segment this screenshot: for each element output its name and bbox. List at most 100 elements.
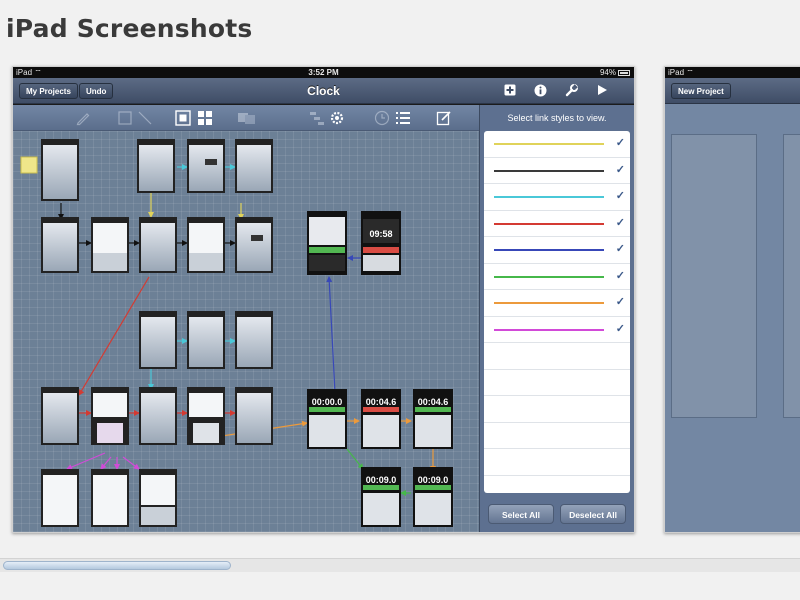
- screen-thumbnail[interactable]: [139, 469, 177, 527]
- link-style-row[interactable]: ✓: [484, 211, 630, 237]
- link-style-swatch: [494, 302, 604, 304]
- link-style-swatch: [494, 196, 604, 198]
- screen-thumbnail[interactable]: [41, 139, 79, 201]
- pencil-icon[interactable]: [75, 110, 91, 126]
- status-bar: iPad ⌔: [665, 67, 800, 78]
- editor-toolbar: [13, 105, 479, 131]
- checkmark-icon: ✓: [615, 163, 625, 176]
- link-style-row[interactable]: ✓: [484, 237, 630, 264]
- project-card[interactable]: [783, 134, 800, 418]
- battery-icon: [618, 69, 630, 76]
- ipad-screenshot-2[interactable]: iPad ⌔ New Project: [664, 66, 800, 533]
- screen-thumbnail[interactable]: [139, 387, 177, 445]
- link-style-row[interactable]: ✓: [484, 264, 630, 290]
- deselect-all-button[interactable]: Deselect All: [560, 504, 626, 524]
- clock-icon[interactable]: [374, 110, 390, 126]
- undo-button[interactable]: Undo: [79, 83, 114, 99]
- link-style-row[interactable]: ✓: [484, 290, 630, 317]
- storyboard-canvas[interactable]: 09:58 00:00.0 00:04.6 00:04.6 00:09.0 00…: [13, 131, 479, 532]
- new-project-button[interactable]: New Project: [671, 83, 731, 99]
- checkmark-icon: ✓: [615, 322, 625, 335]
- navigation-bar: New Project: [665, 78, 800, 104]
- screen-thumbnail[interactable]: [187, 387, 225, 445]
- list-icon[interactable]: [395, 110, 411, 126]
- clock-screen[interactable]: [307, 211, 347, 275]
- page-title: iPad Screenshots: [6, 14, 253, 43]
- gear-icon[interactable]: [329, 110, 345, 126]
- link-style-row[interactable]: ✓: [484, 184, 630, 211]
- link-styles-panel: Select link styles to view. ✓ ✓ ✓ ✓ ✓ ✓ …: [479, 105, 634, 532]
- link-style-row[interactable]: ✓: [484, 158, 630, 184]
- info-icon[interactable]: [533, 84, 547, 98]
- grid-view-icon[interactable]: [197, 110, 213, 126]
- screen-thumbnails[interactable]: [41, 139, 453, 527]
- select-frame-icon[interactable]: [175, 110, 191, 126]
- link-style-swatch: [494, 169, 604, 172]
- screen-thumbnail[interactable]: [137, 139, 175, 193]
- checkmark-icon: ✓: [615, 243, 625, 255]
- screen-frame-icon[interactable]: [117, 110, 133, 126]
- screen-thumbnail[interactable]: [91, 387, 129, 445]
- add-screen-icon[interactable]: [503, 84, 517, 98]
- screen-thumbnail[interactable]: [187, 139, 225, 193]
- horizontal-scrollbar[interactable]: [0, 558, 800, 572]
- stack-icon[interactable]: [237, 110, 255, 126]
- link-style-row[interactable]: ✓: [484, 131, 630, 158]
- empty-row: [484, 396, 630, 423]
- wifi-icon: ⌔: [686, 68, 694, 77]
- screen-thumbnail[interactable]: [41, 217, 79, 273]
- screen-thumbnail[interactable]: [41, 387, 79, 445]
- navigation-bar: My Projects Undo Clock: [13, 78, 634, 104]
- screen-thumbnail[interactable]: [139, 217, 177, 273]
- checkmark-icon: ✓: [615, 216, 625, 229]
- link-line-icon[interactable]: [137, 110, 153, 126]
- timer-readout: 00:09.0: [366, 475, 397, 485]
- sticky-note[interactable]: [20, 156, 38, 174]
- screen-thumbnail[interactable]: [187, 311, 225, 369]
- empty-row: [484, 370, 630, 396]
- screen-thumbnail[interactable]: [187, 217, 225, 273]
- checkmark-icon: ✓: [615, 190, 625, 202]
- edit-note-icon[interactable]: [436, 110, 452, 126]
- screen-thumbnail[interactable]: [235, 217, 273, 273]
- empty-row: [484, 423, 630, 449]
- my-projects-button[interactable]: My Projects: [19, 83, 78, 99]
- screen-thumbnail[interactable]: [91, 469, 129, 527]
- timer-readout: 09:58: [369, 229, 392, 239]
- status-time: 3:52 PM: [308, 68, 339, 77]
- screen-thumbnail[interactable]: [91, 217, 129, 273]
- link-style-swatch: [494, 222, 604, 225]
- timer-readout: 00:09.0: [418, 475, 449, 485]
- screen-thumbnail[interactable]: [235, 139, 273, 193]
- link-styles-header: Select link styles to view.: [507, 113, 607, 123]
- link-style-swatch: [494, 249, 604, 251]
- project-card[interactable]: [671, 134, 757, 418]
- screen-thumbnail[interactable]: [235, 311, 273, 369]
- checkmark-icon: ✓: [615, 137, 625, 149]
- clock-screen[interactable]: [361, 211, 401, 275]
- link-style-swatch: [494, 143, 604, 145]
- battery-indicator: 94%: [600, 67, 630, 78]
- empty-row: [484, 449, 630, 476]
- hierarchy-icon[interactable]: [309, 110, 325, 126]
- link-style-swatch: [494, 328, 604, 331]
- timer-readout: 00:04.6: [418, 397, 449, 407]
- timer-readout: 00:00.0: [312, 397, 343, 407]
- checkmark-icon: ✓: [615, 269, 625, 282]
- wrench-icon[interactable]: [564, 84, 578, 98]
- scrollbar-thumb[interactable]: [3, 561, 231, 570]
- status-bar: iPad ⌔ 3:52 PM 94%: [13, 67, 634, 78]
- screen-thumbnail[interactable]: [235, 387, 273, 445]
- link-style-swatch: [494, 275, 604, 278]
- select-all-button[interactable]: Select All: [488, 504, 554, 524]
- ipad-screenshot-1[interactable]: iPad ⌔ 3:52 PM 94% My Projects Undo Cloc…: [12, 66, 635, 533]
- play-icon[interactable]: [595, 84, 609, 98]
- storyboard-diagram: 09:58 00:00.0 00:04.6 00:04.6 00:09.0 00…: [20, 139, 453, 527]
- screen-thumbnail[interactable]: [139, 311, 177, 369]
- screen-thumbnail[interactable]: [41, 469, 79, 527]
- checkmark-icon: ✓: [615, 296, 625, 308]
- projects-area: [665, 104, 800, 532]
- link-style-row[interactable]: ✓: [484, 317, 630, 343]
- carrier-label: iPad ⌔: [668, 68, 694, 77]
- empty-row: [484, 343, 630, 370]
